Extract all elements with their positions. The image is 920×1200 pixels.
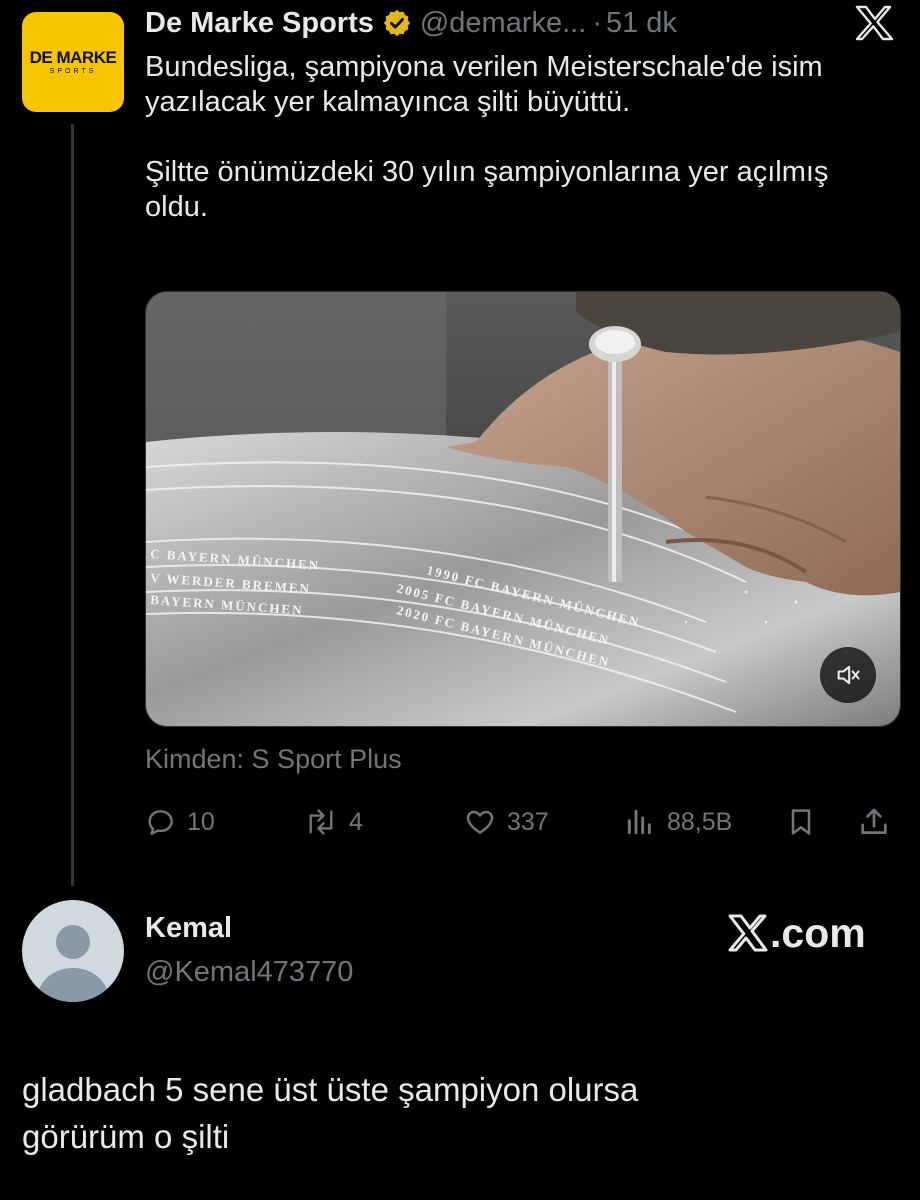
volume-mute-button[interactable] <box>820 647 876 703</box>
avatar-logo-subtext: SPORTS <box>49 67 97 75</box>
bookmark-button[interactable] <box>785 800 827 844</box>
media-source[interactable]: Kimden: S Sport Plus <box>145 744 402 775</box>
reply-avatar[interactable] <box>22 900 124 1002</box>
share-button[interactable] <box>857 800 901 844</box>
tweet-video[interactable]: C BAYERN MÜNCHEN V WERDER BREMEN BAYERN … <box>145 291 901 727</box>
views-chart-icon <box>627 809 651 835</box>
author-handle[interactable]: @demarke... <box>420 7 586 40</box>
views-count: 88,5B <box>667 807 733 836</box>
like-button[interactable]: 337 <box>463 800 549 844</box>
reply-text-line-1: gladbach 5 sene üst üste şampiyon olursa <box>22 1071 639 1108</box>
repost-icon <box>309 809 333 835</box>
speaker-muted-icon <box>837 665 860 685</box>
thread-connector-line <box>71 124 74 886</box>
author-avatar[interactable]: DE MARKE SPORTS <box>22 12 124 112</box>
heart-icon <box>466 810 494 834</box>
xcom-watermark: .com <box>728 908 866 958</box>
reply-author-handle[interactable]: @Kemal473770 <box>145 956 353 989</box>
post-time[interactable]: 51 dk <box>606 7 677 40</box>
tweet-paragraph-1: Bundesliga, şampiyona verilen Meistersch… <box>145 51 823 118</box>
repost-count: 4 <box>349 807 363 836</box>
verified-badge-icon <box>382 8 412 38</box>
author-name[interactable]: De Marke Sports <box>145 7 374 40</box>
header-separator: · <box>592 6 602 39</box>
reply-icon <box>148 810 173 835</box>
xcom-watermark-text: .com <box>770 909 866 956</box>
reply-text-line-2: görürüm o şilti <box>22 1118 230 1155</box>
tweet-text: Bundesliga, şampiyona verilen Meistersch… <box>145 50 885 225</box>
x-logo-icon <box>848 0 900 46</box>
avatar-logo-text: DE MARKE <box>29 47 117 67</box>
bookmark-icon <box>791 809 811 835</box>
default-profile-icon <box>36 925 110 1002</box>
tweet-paragraph-2: Şiltte önümüzdeki 30 yılın şampiyonların… <box>145 156 829 223</box>
like-count: 337 <box>507 807 549 836</box>
share-icon <box>861 808 887 834</box>
repost-button[interactable]: 4 <box>303 800 363 844</box>
reply-count: 10 <box>187 807 215 836</box>
tweet-actions: 10 4 337 88,5B <box>145 800 900 844</box>
reply-button[interactable]: 10 <box>145 800 215 844</box>
tweet-header: De Marke Sports @demarke... · 51 dk <box>145 0 677 46</box>
reply-author-name[interactable]: Kemal <box>145 912 232 945</box>
views-button[interactable]: 88,5B <box>623 800 732 844</box>
reply-text: gladbach 5 sene üst üste şampiyon olursa… <box>22 1066 882 1160</box>
x-brand-icon <box>728 914 768 952</box>
